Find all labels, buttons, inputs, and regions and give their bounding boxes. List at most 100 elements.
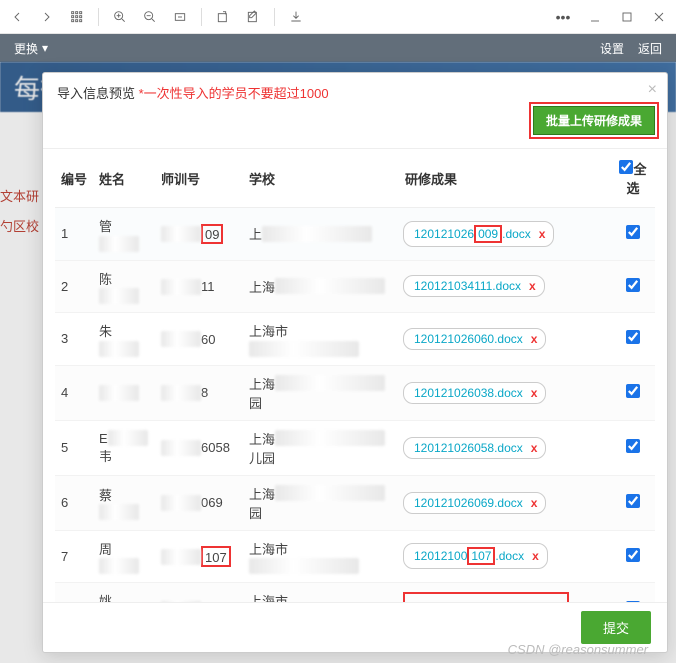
cell-idx: 7	[55, 530, 93, 583]
remove-file-icon[interactable]: x	[539, 227, 546, 241]
row-checkbox[interactable]	[626, 439, 640, 453]
close-icon[interactable]	[650, 8, 668, 26]
table-header-row: 编号 姓名 师训号 学校 研修成果 全选	[55, 149, 655, 208]
open-icon[interactable]	[214, 8, 232, 26]
table-row: 7周 107 上海市 12012100107.docx x	[55, 530, 655, 583]
cell-idx: 4	[55, 365, 93, 420]
file-name: 120121026009.docx	[414, 225, 531, 243]
row-checkbox[interactable]	[626, 494, 640, 508]
cell-school: 上海园	[243, 475, 397, 530]
cell-school: 上海市	[243, 530, 397, 583]
remove-file-icon[interactable]: x	[529, 279, 536, 293]
cell-trainid: 6058	[155, 420, 243, 475]
batch-upload-button[interactable]: 批量上传研修成果	[533, 106, 655, 135]
file-pill[interactable]: 12012100107.docx x	[403, 543, 548, 569]
settings-link[interactable]: 设置	[600, 40, 624, 57]
minimize-icon[interactable]	[586, 8, 604, 26]
cell-school: 上海市	[243, 313, 397, 366]
cell-checkbox	[611, 260, 655, 313]
file-pill[interactable]: 120121026009.docx x	[403, 221, 554, 247]
cell-trainid: 069	[155, 475, 243, 530]
forward-icon[interactable]	[38, 8, 56, 26]
upload-wrap: 批量上传研修成果	[43, 108, 667, 148]
annotation-box: 107	[201, 546, 231, 566]
file-pill[interactable]: 120121026058.docx x	[403, 437, 546, 459]
replace-button[interactable]: 更换▾	[14, 40, 48, 57]
zoom-in-icon[interactable]	[111, 8, 129, 26]
cell-trainid: 107	[155, 530, 243, 583]
row-checkbox[interactable]	[626, 330, 640, 344]
file-pill[interactable]: 120121034111.docx x	[403, 275, 545, 297]
zoom-out-icon[interactable]	[141, 8, 159, 26]
row-checkbox[interactable]	[626, 278, 640, 292]
subbar: 更换▾ 设置 返回	[0, 34, 676, 62]
remove-file-icon[interactable]: x	[531, 441, 538, 455]
th-trainid: 师训号	[155, 149, 243, 208]
remove-file-icon[interactable]: x	[531, 332, 538, 346]
annotation-box: 批量上传研修成果	[529, 102, 659, 139]
cell-school: 上海	[243, 260, 397, 313]
th-selectall: 全选	[611, 149, 655, 208]
cell-idx: 3	[55, 313, 93, 366]
row-checkbox[interactable]	[626, 548, 640, 562]
select-all-checkbox[interactable]	[619, 160, 633, 174]
cell-name: 周	[93, 530, 155, 583]
cell-file: 120121026009.docx x	[397, 208, 611, 261]
remove-file-icon[interactable]: x	[531, 386, 538, 400]
cell-idx: 8	[55, 583, 93, 602]
cell-trainid: 11	[155, 260, 243, 313]
file-name: 120121026058.docx	[414, 441, 523, 455]
cell-checkbox	[611, 475, 655, 530]
close-icon[interactable]: ×	[648, 81, 657, 99]
cell-trainid: 010	[155, 583, 243, 602]
cell-name: 朱	[93, 313, 155, 366]
file-name: 120121026069.docx	[414, 496, 523, 510]
cell-trainid: 09	[155, 208, 243, 261]
cell-checkbox	[611, 208, 655, 261]
modal-overlay: 导入信息预览 *一次性导入的学员不要超过1000 × 批量上传研修成果 编号 姓…	[0, 62, 676, 663]
apps-icon[interactable]	[68, 8, 86, 26]
row-checkbox[interactable]	[626, 384, 640, 398]
table-row: 8姚010上海市上传研修成果	[55, 583, 655, 602]
back-icon[interactable]	[8, 8, 26, 26]
remove-file-icon[interactable]: x	[532, 549, 539, 563]
file-pill[interactable]: 120121026038.docxx	[403, 382, 546, 404]
annotation-box: 107	[467, 547, 495, 565]
cell-trainid: 60	[155, 313, 243, 366]
edit-icon[interactable]	[244, 8, 262, 26]
row-checkbox[interactable]	[626, 225, 640, 239]
cell-name: 姚	[93, 583, 155, 602]
download-icon[interactable]	[287, 8, 305, 26]
cell-file: 120121026058.docx x	[397, 420, 611, 475]
file-name: 12012100107.docx	[414, 547, 524, 565]
cell-idx: 1	[55, 208, 93, 261]
cell-checkbox	[611, 420, 655, 475]
file-pill[interactable]: 120121026069.docx x	[403, 492, 546, 514]
cell-school: 上海市	[243, 583, 397, 602]
cell-idx: 6	[55, 475, 93, 530]
import-table: 编号 姓名 师训号 学校 研修成果 全选 1管09上120121026009.d…	[55, 149, 655, 602]
submit-button[interactable]: 提交	[581, 611, 651, 644]
back-link[interactable]: 返回	[638, 40, 662, 57]
fit-width-icon[interactable]	[171, 8, 189, 26]
remove-file-icon[interactable]: x	[531, 496, 538, 510]
divider	[201, 8, 202, 26]
cell-file: 120121034111.docx x	[397, 260, 611, 313]
cell-name: 蔡	[93, 475, 155, 530]
table-wrap[interactable]: 编号 姓名 师训号 学校 研修成果 全选 1管09上120121026009.d…	[43, 148, 667, 602]
maximize-icon[interactable]	[618, 8, 636, 26]
file-name: 120121034111.docx	[414, 279, 521, 293]
cell-file: 12012100107.docx x	[397, 530, 611, 583]
cell-school: 上海园	[243, 365, 397, 420]
file-pill[interactable]: 120121026060.docx x	[403, 328, 546, 350]
th-file: 研修成果	[397, 149, 611, 208]
file-name: 120121026060.docx	[414, 332, 523, 346]
th-name: 姓名	[93, 149, 155, 208]
divider	[274, 8, 275, 26]
submit-bar: 提交	[43, 602, 667, 652]
cell-file: 120121026038.docxx	[397, 365, 611, 420]
more-icon[interactable]: •••	[554, 8, 572, 26]
cell-school: 上	[243, 208, 397, 261]
import-preview-modal: 导入信息预览 *一次性导入的学员不要超过1000 × 批量上传研修成果 编号 姓…	[42, 72, 668, 653]
cell-checkbox	[611, 583, 655, 602]
